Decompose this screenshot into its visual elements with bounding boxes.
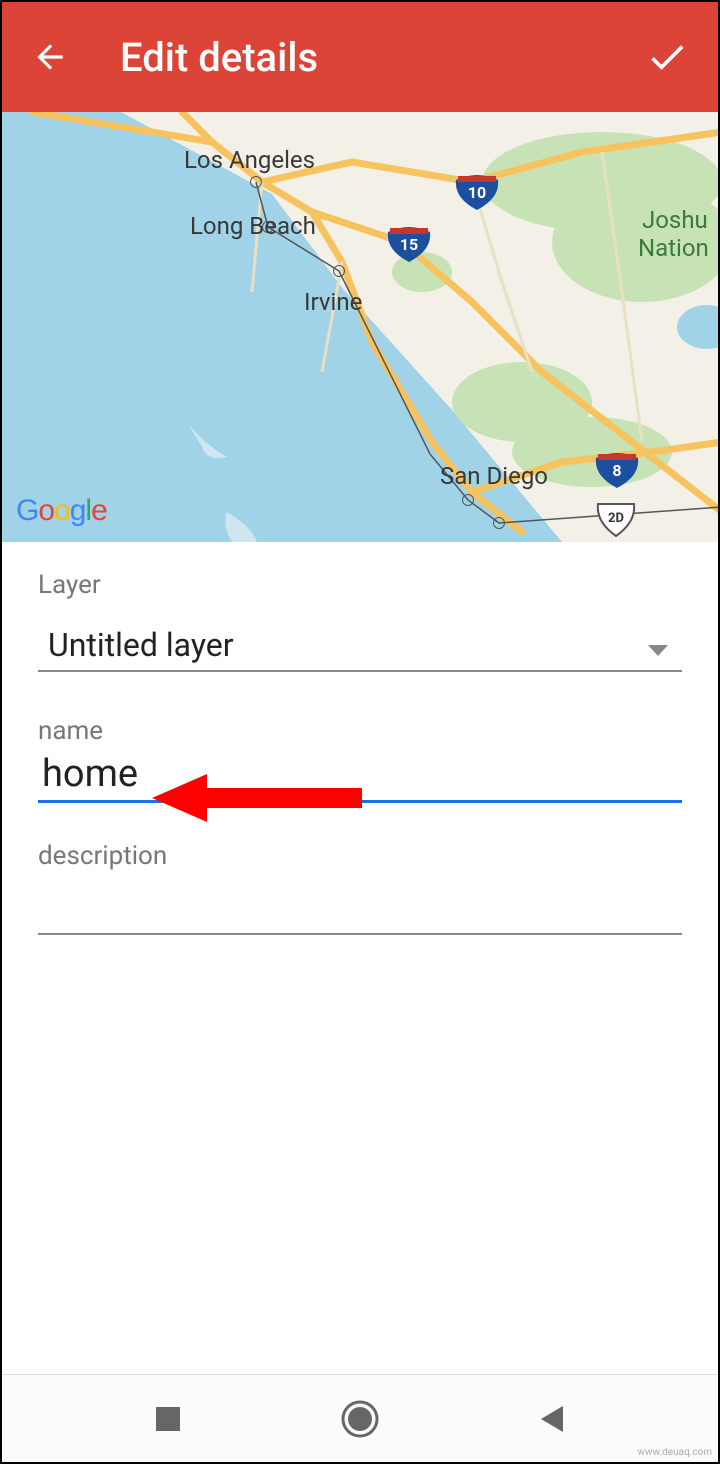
layer-value: Untitled layer — [48, 626, 234, 664]
svg-text:2D: 2D — [608, 511, 624, 526]
interstate-shield-8: 8 — [594, 452, 640, 488]
google-logo: Google — [16, 494, 107, 528]
triangle-left-icon — [537, 1404, 567, 1434]
arrow-left-icon — [31, 38, 69, 76]
form-panel: Layer Untitled layer name description — [2, 542, 718, 935]
map-marker — [493, 517, 505, 529]
name-input[interactable] — [38, 746, 682, 803]
map-preview[interactable]: Los Angeles Long Beach Irvine San Diego … — [2, 112, 718, 542]
map-marker — [333, 265, 345, 277]
nav-home-button[interactable] — [330, 1389, 390, 1449]
watermark: www.deuaq.com — [638, 1447, 713, 1458]
nav-recent-button[interactable] — [138, 1389, 198, 1449]
interstate-shield-10: 10 — [454, 174, 500, 210]
page-title: Edit details — [120, 34, 644, 81]
map-marker — [250, 176, 262, 188]
svg-text:15: 15 — [400, 235, 418, 254]
map-marker — [462, 494, 474, 506]
description-label: description — [38, 841, 682, 871]
map-label-long-beach: Long Beach — [190, 212, 316, 240]
map-label-national: Nation — [638, 234, 709, 262]
back-button[interactable] — [30, 37, 70, 77]
nav-back-button[interactable] — [522, 1389, 582, 1449]
map-label-joshua: Joshu — [642, 206, 708, 234]
square-icon — [154, 1405, 182, 1433]
map-label-san-diego: San Diego — [440, 462, 548, 490]
caret-down-icon — [648, 645, 668, 656]
description-input[interactable] — [38, 871, 682, 935]
app-header: Edit details — [2, 2, 718, 112]
interstate-shield-15: 15 — [386, 226, 432, 262]
circle-icon — [340, 1399, 380, 1439]
layer-select[interactable]: Untitled layer — [38, 604, 682, 672]
svg-text:8: 8 — [612, 461, 621, 480]
map-label-irvine: Irvine — [304, 288, 362, 316]
layer-label: Layer — [38, 570, 682, 600]
highway-shield-2d: 2D — [596, 502, 636, 538]
map-label-los-angeles: Los Angeles — [184, 146, 315, 174]
android-nav-bar — [2, 1374, 718, 1462]
check-icon — [645, 35, 689, 79]
name-label: name — [38, 716, 682, 746]
svg-text:10: 10 — [468, 183, 486, 202]
confirm-button[interactable] — [644, 34, 690, 80]
